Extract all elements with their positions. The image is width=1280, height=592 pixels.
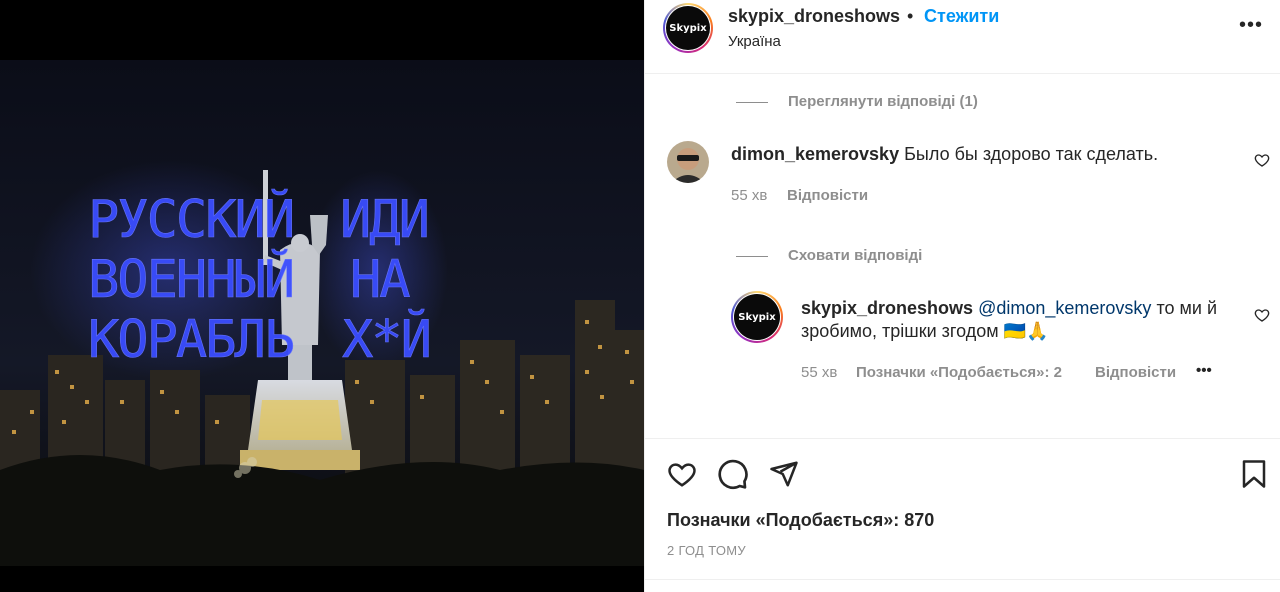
likes-count[interactable]: Позначки «Подобається»: 870 xyxy=(667,510,934,531)
comment-1-time[interactable]: 55 хв xyxy=(731,187,767,204)
comment-1-reply-button[interactable]: Відповісти xyxy=(787,187,868,204)
reply-1-text-line2: зробимо, трішки згодом 🇺🇦🙏 xyxy=(801,321,1049,341)
author-avatar[interactable]: Skypix xyxy=(663,3,713,53)
comment-1-like-icon[interactable] xyxy=(1254,152,1270,168)
drone-text-left-1: РУССКИЙ xyxy=(88,189,293,250)
post-side-panel: Skypix skypix_droneshows • Стежити Украї… xyxy=(644,0,1280,592)
more-options-icon[interactable]: ••• xyxy=(1239,14,1263,37)
comment-1-username[interactable]: dimon_kemerovsky xyxy=(731,144,899,164)
reply-1-like-icon[interactable] xyxy=(1254,307,1270,323)
reply-1-text-line1: то ми й xyxy=(1156,298,1217,318)
hide-replies-button[interactable]: Сховати відповіді xyxy=(788,247,922,264)
view-replies-button[interactable]: Переглянути відповіді (1) xyxy=(788,93,978,110)
drone-text-left-2: ВОЕННЫЙ xyxy=(88,249,293,310)
reply-1-mention[interactable]: @dimon_kemerovsky xyxy=(978,298,1151,318)
drone-text-right-1: ИДИ xyxy=(340,190,428,250)
comment-bubble-icon[interactable] xyxy=(717,458,749,490)
reply-1-likes-count[interactable]: Позначки «Подобається»: 2 xyxy=(856,364,1062,381)
reply-1-username[interactable]: skypix_droneshows xyxy=(801,298,973,318)
replies-divider xyxy=(736,102,768,103)
follow-button[interactable]: Стежити xyxy=(924,6,999,27)
reply-1-time[interactable]: 55 хв xyxy=(801,364,837,381)
post-timestamp[interactable]: 2 ГОД ТОМУ xyxy=(667,543,746,558)
comment-1-text: Было бы здорово так сделать. xyxy=(904,144,1159,164)
reply-avatar-logo: Skypix xyxy=(734,294,780,340)
commenter-avatar[interactable] xyxy=(667,141,709,183)
avatar-logo: Skypix xyxy=(666,6,710,50)
reply-1: skypix_droneshows @dimon_kemerovsky то м… xyxy=(801,297,1241,343)
drone-text-right-3: Х*Й xyxy=(342,309,430,370)
like-heart-icon[interactable] xyxy=(666,459,698,489)
reply-author-avatar[interactable]: Skypix xyxy=(731,291,783,343)
hide-replies-divider xyxy=(736,256,768,257)
header-separator: • xyxy=(907,6,914,26)
post-photo[interactable]: РУССКИЙ ВОЕННЫЙ КОРАБЛЬ ИДИ НА Х*Й xyxy=(0,0,644,592)
drone-text-left-3: КОРАБЛЬ xyxy=(88,310,293,370)
post-actions: Позначки «Подобається»: 870 2 ГОД ТОМУ xyxy=(645,438,1280,592)
author-username[interactable]: skypix_droneshows xyxy=(728,6,900,27)
share-paper-plane-icon[interactable] xyxy=(769,459,799,489)
comment-1: dimon_kemerovsky Было бы здорово так сде… xyxy=(731,143,1158,166)
save-bookmark-icon[interactable] xyxy=(1241,459,1267,489)
post-header: Skypix skypix_droneshows • Стежити Украї… xyxy=(645,0,1280,74)
reply-1-reply-button[interactable]: Відповісти xyxy=(1095,364,1176,381)
actions-divider xyxy=(645,579,1280,580)
drone-text-right-2: НА xyxy=(350,250,410,310)
post-photo-illustration: РУССКИЙ ВОЕННЫЙ КОРАБЛЬ ИДИ НА Х*Й xyxy=(0,0,644,592)
post-location[interactable]: Україна xyxy=(728,33,781,50)
reply-1-more-icon[interactable]: ••• xyxy=(1196,362,1212,379)
